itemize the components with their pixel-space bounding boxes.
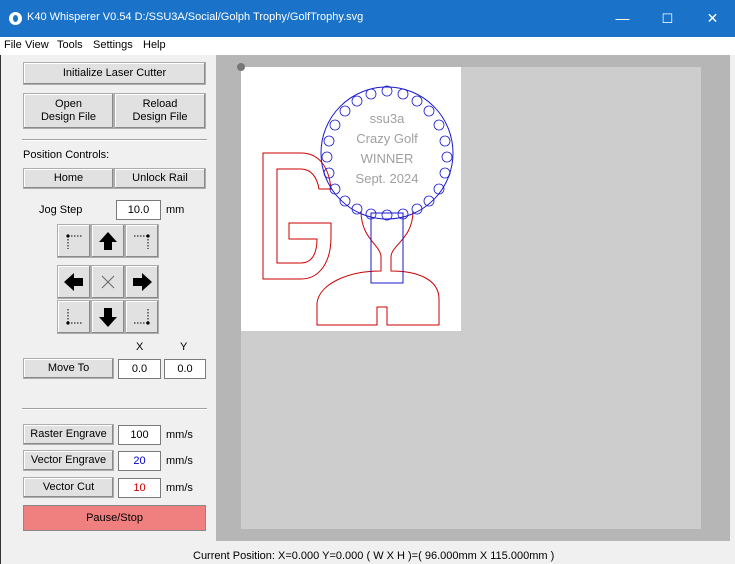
reload-design-button[interactable]: Reload Design File <box>114 93 206 129</box>
corner-up-right-icon <box>134 234 150 249</box>
reload-label-line1: Reload <box>142 98 178 110</box>
move-to-button[interactable]: Move To <box>23 358 114 379</box>
move-x-input[interactable]: 0.0 <box>118 359 161 379</box>
design-text-line4: Sept. 2024 <box>356 171 419 186</box>
raster-speed-unit: mm/s <box>166 429 193 441</box>
vector-engrave-speed-unit: mm/s <box>166 455 193 467</box>
reload-label-line2: Design File <box>132 111 188 123</box>
raster-engrave-button[interactable]: Raster Engrave <box>23 424 114 445</box>
initialize-laser-button[interactable]: Initialize Laser Cutter <box>23 62 206 85</box>
x-axis-label: X <box>136 341 144 353</box>
design-text-line3: WINNER <box>361 151 414 166</box>
jog-left-button[interactable] <box>57 265 91 299</box>
app-icon <box>9 12 22 25</box>
y-axis-label: Y <box>180 341 188 353</box>
jog-down-button[interactable] <box>91 300 125 334</box>
jog-up-button[interactable] <box>91 224 125 258</box>
open-label-line1: Open <box>55 98 82 110</box>
window-title: K40 Whisperer V0.54 D:/SSU3A/Social/Golp… <box>27 11 364 23</box>
corner-down-left-icon <box>66 309 82 325</box>
pause-stop-button[interactable]: Pause/Stop <box>23 505 206 531</box>
arrow-right-icon <box>133 273 152 291</box>
maximize-button[interactable]: ☐ <box>645 0 690 37</box>
corner-up-left-icon <box>66 234 82 249</box>
title-bar: K40 Whisperer V0.54 D:/SSU3A/Social/Golp… <box>0 0 735 37</box>
menu-view[interactable]: View <box>25 39 49 51</box>
arrow-up-icon <box>99 232 117 250</box>
laser-head-marker <box>237 63 245 71</box>
open-design-button[interactable]: Open Design File <box>23 93 114 129</box>
jog-home-button[interactable] <box>91 265 125 299</box>
jog-step-label: Jog Step <box>39 204 83 216</box>
unlock-rail-button[interactable]: Unlock Rail <box>114 168 206 189</box>
menu-file[interactable]: File <box>4 39 22 51</box>
design-page: ssu3a Crazy Golf WINNER Sept. 2024 <box>241 67 461 331</box>
menu-bar: File View Tools Settings Help <box>0 37 735 55</box>
vector-cut-speed-input[interactable]: 10 <box>118 478 161 498</box>
jog-down-right-button[interactable] <box>125 300 159 334</box>
raster-speed-input[interactable]: 100 <box>118 425 161 445</box>
jog-up-right-button[interactable] <box>125 224 159 258</box>
jog-step-input[interactable]: 10.0 <box>116 200 161 220</box>
status-text: Current Position: X=0.000 Y=0.000 ( W X … <box>193 550 555 562</box>
menu-help[interactable]: Help <box>143 39 166 51</box>
separator <box>22 139 207 141</box>
vector-engrave-speed-input[interactable]: 20 <box>118 451 161 471</box>
open-label-line2: Design File <box>40 111 97 123</box>
cut-path-tee <box>316 210 440 326</box>
design-text-line2: Crazy Golf <box>356 131 418 146</box>
design-preview: ssu3a Crazy Golf WINNER Sept. 2024 <box>262 85 454 326</box>
status-bar: Current Position: X=0.000 Y=0.000 ( W X … <box>0 541 735 564</box>
design-text-line1: ssu3a <box>370 111 405 126</box>
corner-down-right-icon <box>134 309 150 325</box>
engrave-tee-stem <box>370 212 404 284</box>
menu-tools[interactable]: Tools <box>57 39 83 51</box>
cross-icon <box>101 275 115 289</box>
vector-cut-button[interactable]: Vector Cut <box>23 477 114 498</box>
jog-step-unit: mm <box>166 204 185 216</box>
move-y-input[interactable]: 0.0 <box>164 359 206 379</box>
jog-right-button[interactable] <box>125 265 159 299</box>
position-controls-label: Position Controls: <box>23 149 110 161</box>
arrow-left-icon <box>64 273 83 291</box>
close-button[interactable]: ✕ <box>690 0 735 37</box>
jog-up-left-button[interactable] <box>57 224 91 258</box>
menu-settings[interactable]: Settings <box>93 39 133 51</box>
home-button[interactable]: Home <box>23 168 114 189</box>
jog-down-left-button[interactable] <box>57 300 91 334</box>
vector-cut-speed-unit: mm/s <box>166 482 193 494</box>
arrow-down-icon <box>99 308 117 327</box>
cut-path-letter <box>262 152 332 280</box>
vector-engrave-button[interactable]: Vector Engrave <box>23 450 114 471</box>
minimize-button[interactable]: — <box>600 0 645 37</box>
separator <box>22 408 207 410</box>
